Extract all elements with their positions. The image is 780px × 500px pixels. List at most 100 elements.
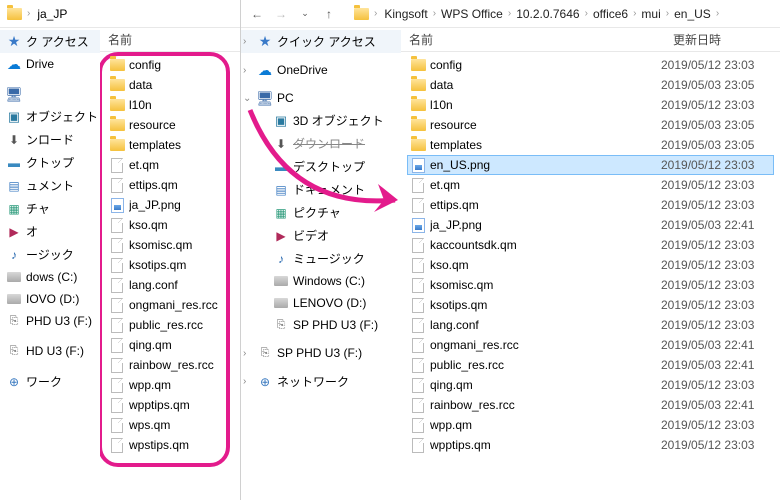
file-name: templates xyxy=(430,138,657,152)
file-row[interactable]: rainbow_res.rcc xyxy=(106,355,234,375)
file-row[interactable]: et.qm xyxy=(106,155,234,175)
file-row[interactable]: data xyxy=(106,75,234,95)
file-row[interactable]: kaccountsdk.qm2019/05/12 23:03 xyxy=(407,235,774,255)
breadcrumb-segment[interactable]: Kingsoft xyxy=(382,5,429,23)
file-row[interactable]: kso.qm xyxy=(106,215,234,235)
png-icon xyxy=(410,217,426,233)
expand-icon[interactable]: › xyxy=(243,348,253,359)
file-row[interactable]: wpptips.qm2019/05/12 23:03 xyxy=(407,435,774,455)
sidebar-item[interactable]: ›★クイック アクセス xyxy=(241,30,401,53)
file-row[interactable]: l10n2019/05/12 23:03 xyxy=(407,95,774,115)
column-name[interactable]: 名前 xyxy=(100,31,240,48)
sidebar-item[interactable]: 🖥 xyxy=(0,83,100,105)
file-row[interactable]: ksotips.qm2019/05/12 23:03 xyxy=(407,295,774,315)
file-row[interactable]: et.qm2019/05/12 23:03 xyxy=(407,175,774,195)
breadcrumb[interactable]: Kingsoft›WPS Office›10.2.0.7646›office6›… xyxy=(382,5,720,23)
history-dropdown[interactable]: ⌄ xyxy=(295,4,315,24)
sidebar-item[interactable]: ▶オ xyxy=(0,220,100,243)
file-row[interactable]: wpp.qm xyxy=(106,375,234,395)
file-name: resource xyxy=(129,118,231,132)
file-row[interactable]: resource xyxy=(106,115,234,135)
file-row[interactable]: data2019/05/03 23:05 xyxy=(407,75,774,95)
breadcrumb-current[interactable]: ja_JP xyxy=(35,5,69,23)
breadcrumb-segment[interactable]: mui xyxy=(639,5,662,23)
breadcrumb-segment[interactable]: en_US xyxy=(672,5,713,23)
sidebar-item[interactable]: ›⊕ネットワーク xyxy=(241,370,401,393)
file-row[interactable]: config xyxy=(106,55,234,75)
sidebar-item[interactable]: ⬇ダウンロード xyxy=(241,132,401,155)
file-row[interactable]: ettips.qm2019/05/12 23:03 xyxy=(407,195,774,215)
file-row[interactable]: wpp.qm2019/05/12 23:03 xyxy=(407,415,774,435)
sidebar-item[interactable]: ▣3D オブジェクト xyxy=(241,109,401,132)
sidebar-item[interactable]: ★ク アクセス xyxy=(0,30,100,53)
sidebar-item[interactable]: dows (C:) xyxy=(0,266,100,288)
file-row[interactable]: lang.conf xyxy=(106,275,234,295)
chevron-right-icon: › xyxy=(632,8,637,19)
file-row[interactable]: public_res.rcc xyxy=(106,315,234,335)
file-row[interactable]: wps.qm xyxy=(106,415,234,435)
back-button[interactable]: ← xyxy=(247,4,267,24)
file-row[interactable]: kso.qm2019/05/12 23:03 xyxy=(407,255,774,275)
sidebar-item[interactable]: ▣オブジェクト xyxy=(0,105,100,128)
file-row[interactable]: config2019/05/12 23:03 xyxy=(407,55,774,75)
sidebar-item[interactable]: IOVO (D:) xyxy=(0,288,100,310)
file-name: kso.qm xyxy=(129,218,231,232)
right-address-bar[interactable]: ← → ⌄ ↑ › Kingsoft›WPS Office›10.2.0.764… xyxy=(241,0,780,28)
sidebar-item[interactable]: ›☁OneDrive xyxy=(241,59,401,81)
file-row[interactable]: ongmani_res.rcc2019/05/03 22:41 xyxy=(407,335,774,355)
sidebar-item[interactable]: ⌄🖥PC xyxy=(241,87,401,109)
file-row[interactable]: ja_JP.png xyxy=(106,195,234,215)
file-row[interactable]: ja_JP.png2019/05/03 22:41 xyxy=(407,215,774,235)
sidebar-item[interactable]: ▤ドキュメント xyxy=(241,178,401,201)
file-row[interactable]: wpstips.qm xyxy=(106,435,234,455)
file-row[interactable]: templates 2019/05/03 23:05 xyxy=(407,135,774,155)
file-row[interactable]: templates xyxy=(106,135,234,155)
file-row[interactable]: public_res.rcc2019/05/03 22:41 xyxy=(407,355,774,375)
sidebar-item[interactable]: ☁Drive xyxy=(0,53,100,75)
column-header[interactable]: 名前 xyxy=(100,28,240,52)
sidebar-item[interactable]: ⎘PHD U3 (F:) xyxy=(0,310,100,332)
sidebar-item[interactable]: ▶ビデオ xyxy=(241,224,401,247)
file-row[interactable]: ksotips.qm xyxy=(106,255,234,275)
column-header[interactable]: 名前 更新日時 xyxy=(401,28,780,52)
sidebar-item[interactable]: ▤ュメント xyxy=(0,174,100,197)
file-row[interactable]: ksomisc.qm xyxy=(106,235,234,255)
file-row[interactable]: en_US.png2019/05/12 23:03 xyxy=(407,155,774,175)
file-row[interactable]: qing.qm xyxy=(106,335,234,355)
breadcrumb-segment[interactable]: WPS Office xyxy=(439,5,505,23)
up-button[interactable]: ↑ xyxy=(319,4,339,24)
sidebar-item[interactable]: ⊕ワーク xyxy=(0,370,100,393)
file-row[interactable]: resource2019/05/03 23:05 xyxy=(407,115,774,135)
file-row[interactable]: ettips.qm xyxy=(106,175,234,195)
sidebar-item[interactable]: ♪ミュージック xyxy=(241,247,401,270)
sidebar-item[interactable]: LENOVO (D:) xyxy=(241,292,401,314)
sidebar-item[interactable]: ▦チャ xyxy=(0,197,100,220)
file-row[interactable]: l10n xyxy=(106,95,234,115)
expand-icon[interactable]: › xyxy=(243,65,253,76)
file-date: 2019/05/12 23:03 xyxy=(661,418,771,432)
sidebar-item[interactable]: ›⎘SP PHD U3 (F:) xyxy=(241,342,401,364)
file-row[interactable]: ongmani_res.rcc xyxy=(106,295,234,315)
expand-icon[interactable]: ⌄ xyxy=(243,93,253,104)
column-name[interactable]: 名前 xyxy=(401,31,665,48)
sidebar-item[interactable]: ⎘HD U3 (F:) xyxy=(0,340,100,362)
sidebar-item[interactable]: Windows (C:) xyxy=(241,270,401,292)
sidebar-item[interactable]: ▬デスクトップ xyxy=(241,155,401,178)
file-row[interactable]: qing.qm2019/05/12 23:03 xyxy=(407,375,774,395)
left-address-bar[interactable]: › ja_JP xyxy=(0,0,240,28)
sidebar-item[interactable]: ▬クトップ xyxy=(0,151,100,174)
sidebar-item[interactable]: ▦ピクチャ xyxy=(241,201,401,224)
file-row[interactable]: rainbow_res.rcc2019/05/03 22:41 xyxy=(407,395,774,415)
expand-icon[interactable]: › xyxy=(243,36,253,47)
breadcrumb-segment[interactable]: 10.2.0.7646 xyxy=(514,5,581,23)
file-row[interactable]: ksomisc.qm2019/05/12 23:03 xyxy=(407,275,774,295)
sidebar-item[interactable]: ⬇ンロード xyxy=(0,128,100,151)
file-date: 2019/05/03 23:05 xyxy=(661,138,771,152)
sidebar-item[interactable]: ⎘SP PHD U3 (F:) xyxy=(241,314,401,336)
file-row[interactable]: lang.conf2019/05/12 23:03 xyxy=(407,315,774,335)
breadcrumb-segment[interactable]: office6 xyxy=(591,5,630,23)
sidebar-item[interactable]: ♪ージック xyxy=(0,243,100,266)
column-date[interactable]: 更新日時 xyxy=(665,31,780,48)
expand-icon[interactable]: › xyxy=(243,376,253,387)
file-row[interactable]: wpptips.qm xyxy=(106,395,234,415)
